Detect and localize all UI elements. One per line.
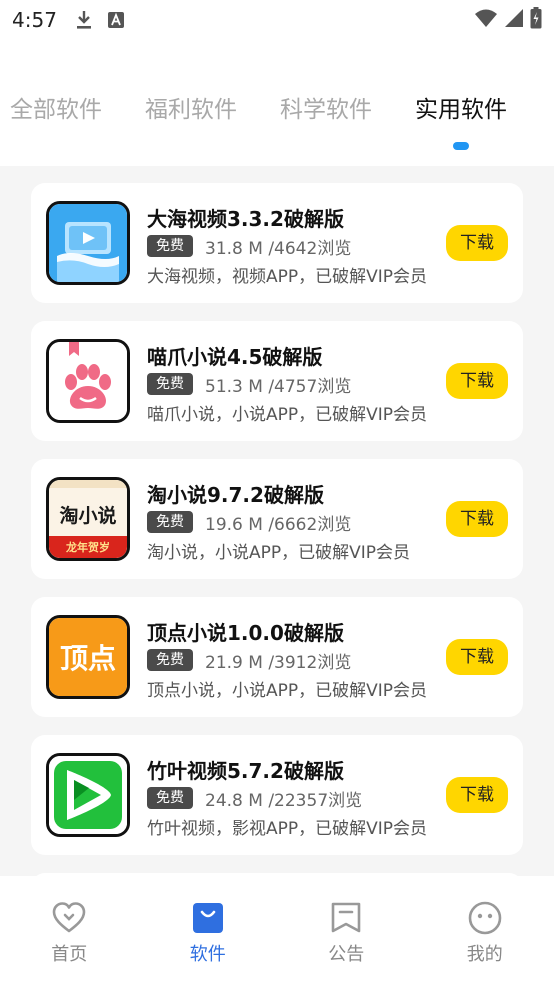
tab-label: 科学软件 [280,97,372,123]
app-notification-icon [107,11,125,29]
free-badge: 免费 [147,373,193,395]
tab-welfare-software[interactable]: 福利软件 [145,90,237,166]
tab-label: 全部软件 [10,97,102,123]
download-icon [75,10,93,30]
download-button[interactable]: 下载 [446,639,508,675]
free-badge: 免费 [147,511,193,533]
app-size-views: 24.8 M /22357浏览 [205,791,363,811]
download-button[interactable]: 下载 [446,501,508,537]
status-right-icons [474,7,542,33]
bottom-nav: 首页 软件 公告 我的 [0,876,554,984]
icon-text: 顶点 [60,642,116,675]
active-tab-indicator [453,142,469,150]
tab-science-software[interactable]: 科学软件 [280,90,372,166]
app-card[interactable]: 顶点 顶点小说1.0.0破解版 免费 21.9 M /3912浏览 顶点小说，小… [31,597,523,717]
app-name: 顶点小说1.0.0破解版 [147,621,344,645]
app-size-views: 31.8 M /4642浏览 [205,239,352,259]
download-button[interactable]: 下载 [446,777,508,813]
app-name: 淘小说9.7.2破解版 [147,483,324,507]
wifi-icon [474,8,498,32]
novel-app-icon: 淘小说 龙年贺岁 [46,477,130,561]
app-description: 顶点小说，小说APP，已破解VIP会员 [147,681,428,701]
free-badge: 免费 [147,235,193,257]
tab-all-software[interactable]: 全部软件 [10,90,102,166]
app-description: 淘小说，小说APP，已破解VIP会员 [147,543,411,563]
app-name: 竹叶视频5.7.2破解版 [147,759,344,783]
download-button[interactable]: 下载 [446,363,508,399]
nav-item-home[interactable]: 首页 [0,876,139,984]
app-size-views: 51.3 M /4757浏览 [205,377,352,397]
nav-label: 首页 [51,944,88,965]
app-card[interactable]: 竹叶视频5.7.2破解版 免费 24.8 M /22357浏览 竹叶视频，影视A… [31,735,523,855]
app-description: 喵爪小说，小说APP，已破解VIP会员 [147,405,428,425]
nav-label: 我的 [466,944,503,965]
tab-label: 福利软件 [145,97,237,123]
app-size-views: 19.6 M /6662浏览 [205,515,352,535]
app-description: 竹叶视频，影视APP，已破解VIP会员 [147,819,428,839]
heart-icon [52,902,86,933]
app-size-views: 21.9 M /3912浏览 [205,653,352,673]
shopping-bag-icon [192,903,223,933]
smiley-icon [468,901,502,935]
nav-label: 软件 [189,944,226,965]
video-app-icon [46,201,130,285]
bamboo-video-app-icon [46,753,130,837]
app-name: 大海视频3.3.2破解版 [147,207,344,231]
paw-app-icon [46,339,130,423]
signal-icon [504,8,524,32]
app-list[interactable]: 大海视频3.3.2破解版 免费 31.8 M /4642浏览 大海视频，视频AP… [0,166,554,876]
free-badge: 免费 [147,649,193,671]
nav-item-notice[interactable]: 公告 [277,876,416,984]
app-card[interactable]: 大海视频3.3.2破解版 免费 31.8 M /4642浏览 大海视频，视频AP… [31,183,523,303]
nav-item-software[interactable]: 软件 [139,876,278,984]
icon-text: 淘小说 [59,504,116,527]
download-button[interactable]: 下载 [446,225,508,261]
icon-subtext: 龙年贺岁 [65,540,110,554]
tab-label: 实用软件 [415,97,507,123]
nav-label: 公告 [328,944,365,965]
nav-item-mine[interactable]: 我的 [416,876,554,984]
tab-utility-software[interactable]: 实用软件 [415,90,507,166]
app-card[interactable]: 喵爪小说4.5破解版 免费 51.3 M /4757浏览 喵爪小说，小说APP，… [31,321,523,441]
book-app-icon: 顶点 [46,615,130,699]
status-time: 4:57 [12,8,57,32]
app-description: 大海视频，视频APP，已破解VIP会员 [147,267,428,287]
app-name: 喵爪小说4.5破解版 [147,345,323,369]
free-badge: 免费 [147,787,193,809]
category-tabs: 全部软件 福利软件 科学软件 实用软件 [0,90,554,166]
battery-icon [530,7,542,33]
status-bar: 4:57 [0,0,554,40]
bookmark-icon [331,902,361,933]
app-card[interactable]: 淘小说 龙年贺岁 淘小说9.7.2破解版 免费 19.6 M /6662浏览 淘… [31,459,523,579]
